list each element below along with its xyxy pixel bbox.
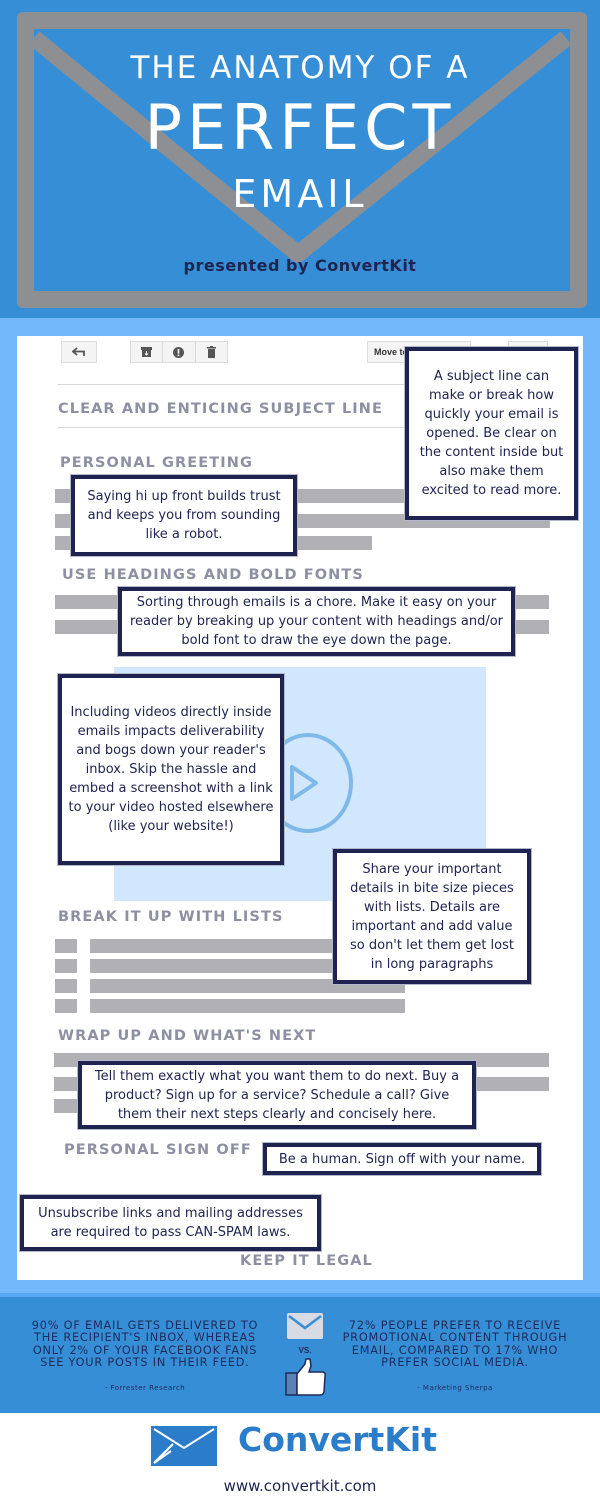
convertkit-logo-icon bbox=[151, 1426, 217, 1466]
report-spam-button[interactable] bbox=[163, 342, 196, 362]
callout-subject-line: A subject line can make or break how qui… bbox=[405, 347, 578, 520]
archive-button[interactable] bbox=[131, 342, 164, 362]
stat-email-preference: 72% people prefer to receive promotional… bbox=[342, 1319, 568, 1369]
callout-video: Including videos directly inside emails … bbox=[58, 674, 284, 865]
callout-lists: Share your important details in bite siz… bbox=[333, 849, 531, 984]
message-actions-group bbox=[130, 341, 228, 363]
stat-source-forrester: - Forrester Research bbox=[104, 1384, 186, 1392]
title-line-2: PERFECT bbox=[144, 91, 456, 164]
delete-button[interactable] bbox=[196, 342, 227, 362]
envelope-icon bbox=[287, 1313, 323, 1339]
website-link[interactable]: www.convertkit.com bbox=[0, 1477, 600, 1495]
heading-personal-greeting: PERSONAL GREETING bbox=[60, 455, 254, 471]
heading-wrap-up: WRAP UP AND WHAT'S NEXT bbox=[58, 1028, 317, 1044]
callout-keep-it-legal: Unsubscribe links and mailing addresses … bbox=[20, 1195, 321, 1251]
reply-arrow-icon bbox=[72, 347, 85, 356]
callout-headings: Sorting through emails is a chore. Make … bbox=[118, 587, 515, 656]
convertkit-brand: ConvertKit bbox=[238, 1420, 437, 1459]
presented-by: presented by ConvertKit bbox=[183, 256, 417, 275]
list-bullet-placeholder bbox=[55, 959, 77, 973]
title-line-3: EMAIL bbox=[232, 172, 368, 216]
list-bullet-placeholder bbox=[55, 939, 77, 953]
spam-exclamation-icon bbox=[173, 346, 185, 358]
thumbs-up-icon bbox=[285, 1358, 326, 1396]
list-bullet-placeholder bbox=[55, 979, 77, 993]
callout-personal-greeting: Saying hi up front builds trust and keep… bbox=[71, 475, 297, 556]
stat-email-delivery: 90% of email gets delivered to the recip… bbox=[31, 1319, 259, 1369]
vs-label: VS. bbox=[298, 1346, 312, 1355]
list-bullet-placeholder bbox=[55, 999, 77, 1013]
heading-personal-sign-off: PERSONAL SIGN OFF bbox=[64, 1142, 252, 1158]
heading-subject-line: CLEAR AND ENTICING SUBJECT LINE bbox=[58, 401, 384, 417]
title-line-1: THE ANATOMY OF A bbox=[130, 50, 470, 86]
reply-button[interactable] bbox=[61, 341, 97, 363]
archive-icon bbox=[141, 347, 153, 357]
list-item-placeholder bbox=[90, 999, 405, 1013]
heading-break-it-up: BREAK IT UP WITH LISTS bbox=[58, 909, 284, 925]
heading-keep-it-legal: KEEP IT LEGAL bbox=[240, 1253, 373, 1269]
trash-icon bbox=[206, 346, 216, 358]
hero-header: THE ANATOMY OF A PERFECT EMAIL presented… bbox=[0, 0, 600, 318]
stat-source-marketing-sherpa: - Marketing Sherpa bbox=[417, 1384, 493, 1392]
callout-sign-off: Be a human. Sign off with your name. bbox=[263, 1143, 541, 1175]
heading-use-headings: USE HEADINGS AND BOLD FONTS bbox=[62, 567, 364, 583]
callout-wrap-up: Tell them exactly what you want them to … bbox=[78, 1061, 476, 1129]
